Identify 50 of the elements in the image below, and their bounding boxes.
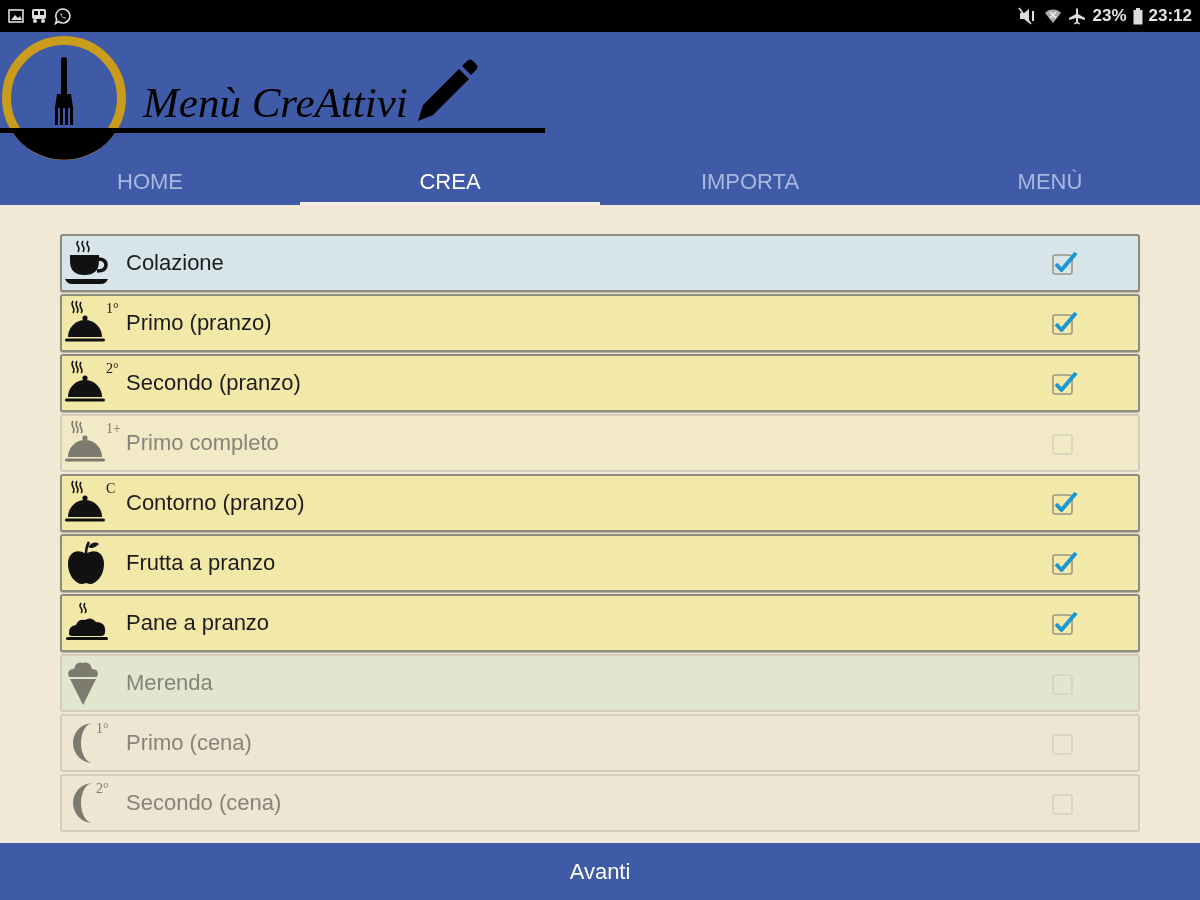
cloche-icon — [65, 299, 105, 343]
meal-row[interactable]: Frutta a pranzo — [60, 534, 1140, 592]
meal-label: Merenda — [126, 670, 214, 696]
battery-icon — [1132, 7, 1143, 25]
cloche-icon — [65, 359, 105, 403]
meal-label: Contorno (pranzo) — [126, 490, 306, 516]
next-button[interactable]: Avanti — [0, 843, 1200, 900]
meal-row[interactable]: 1° Primo (cena) — [60, 714, 1140, 772]
checkbox[interactable] — [1051, 250, 1079, 276]
meal-row[interactable]: C Contorno (pranzo) — [60, 474, 1140, 532]
checkbox[interactable] — [1051, 490, 1079, 516]
meal-label: Pane a pranzo — [126, 610, 271, 636]
airplane-icon — [1068, 7, 1087, 25]
tab[interactable]: CREA — [300, 162, 600, 205]
tab[interactable]: IMPORTA — [600, 162, 900, 205]
meal-row[interactable]: 2° Secondo (pranzo) — [60, 354, 1140, 412]
icon-superscript: 2° — [96, 782, 109, 796]
icon-superscript: 2° — [106, 362, 119, 376]
cloche-icon — [65, 479, 105, 523]
image-icon — [8, 9, 24, 23]
wifi-icon — [1044, 8, 1063, 24]
meal-row[interactable]: Pane a pranzo — [60, 594, 1140, 652]
icon-superscript: 1° — [96, 722, 109, 736]
tab[interactable]: MENÙ — [900, 162, 1200, 205]
chat-bubble-icon — [54, 7, 72, 25]
checkbox[interactable] — [1051, 310, 1079, 336]
cloche-icon — [65, 419, 105, 463]
meal-label: Frutta a pranzo — [126, 550, 277, 576]
icon-superscript: 1° — [106, 302, 119, 316]
clock-time: 23:12 — [1148, 6, 1192, 26]
battery-percent: 23% — [1092, 6, 1127, 26]
coffee-cup-icon — [65, 239, 109, 287]
meal-row[interactable]: 2° Secondo (cena) — [60, 774, 1140, 832]
meal-row[interactable]: Colazione — [60, 234, 1140, 292]
checkbox[interactable] — [1051, 610, 1079, 636]
meal-label: Primo (cena) — [126, 730, 253, 756]
meal-label: Primo (pranzo) — [126, 310, 273, 336]
meal-row[interactable]: 1° Primo (pranzo) — [60, 294, 1140, 352]
apple-icon — [65, 539, 107, 585]
meal-label: Secondo (pranzo) — [126, 370, 302, 396]
meal-label: Secondo (cena) — [126, 790, 283, 816]
tab[interactable]: HOME — [0, 162, 300, 205]
checkbox[interactable] — [1051, 370, 1079, 396]
icon-superscript: 1+ — [106, 422, 121, 436]
meal-label: Primo completo — [126, 430, 280, 456]
bus-icon — [30, 8, 48, 24]
icon-superscript: C — [106, 482, 116, 496]
checkbox[interactable] — [1051, 550, 1079, 576]
meal-label: Colazione — [126, 250, 225, 276]
meal-row[interactable]: 1+ Primo completo — [60, 414, 1140, 472]
